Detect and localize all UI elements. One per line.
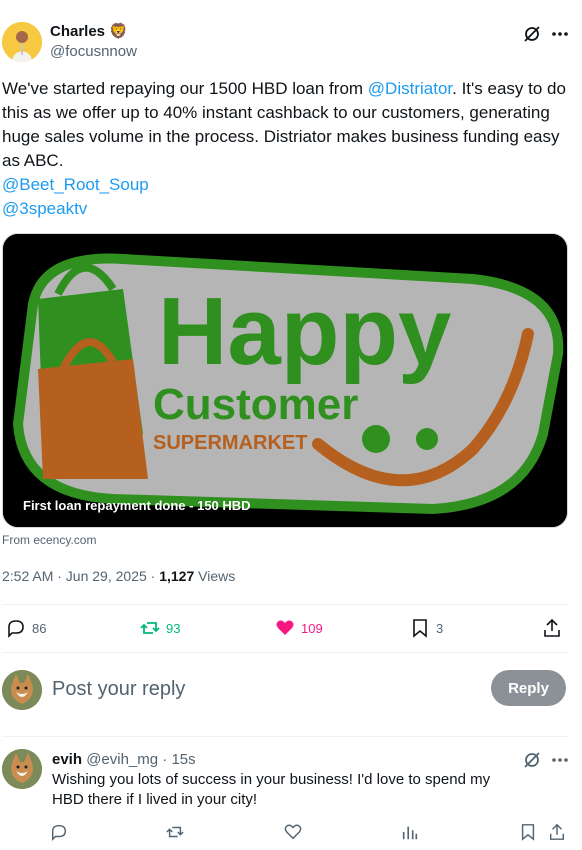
author-name[interactable]: Charles 🦁 bbox=[50, 22, 128, 42]
share-action[interactable] bbox=[542, 618, 562, 638]
reply-author-handle[interactable]: @evih_mg · 15s bbox=[86, 751, 195, 768]
divider bbox=[2, 652, 568, 653]
repost-action[interactable]: 93 bbox=[140, 618, 180, 638]
views-label: Views bbox=[194, 568, 236, 584]
author-avatar[interactable] bbox=[2, 22, 42, 62]
author-handle[interactable]: @focusnnow bbox=[50, 42, 137, 62]
reply-input[interactable]: Post your reply bbox=[52, 677, 185, 701]
reply-repost-icon[interactable] bbox=[166, 823, 184, 846]
reply-bookmark-icon[interactable] bbox=[519, 823, 537, 846]
logo-word-customer: Customer bbox=[153, 380, 358, 429]
media-caption: First loan repayment done - 150 HBD bbox=[23, 498, 251, 513]
source-link[interactable]: From ecency.com bbox=[2, 533, 96, 547]
author-name-text[interactable]: Charles bbox=[50, 22, 105, 42]
reply-views-icon[interactable] bbox=[401, 823, 419, 846]
lion-emoji: 🦁 bbox=[109, 23, 128, 40]
bookmark-icon bbox=[413, 619, 427, 638]
reply-icon bbox=[8, 620, 24, 638]
reply-author-name[interactable]: evih bbox=[52, 751, 82, 768]
reply-reply-icon[interactable] bbox=[50, 823, 68, 846]
reply-share-icon[interactable] bbox=[548, 823, 566, 846]
logo-word-supermarket: SUPERMARKET bbox=[153, 432, 307, 454]
mention-beet-root-soup[interactable]: @Beet_Root_Soup bbox=[2, 175, 149, 194]
post-meta: 2:52 AM · Jun 29, 2025 · 1,127 Views bbox=[2, 566, 235, 586]
divider bbox=[2, 736, 568, 737]
more-options-icon[interactable] bbox=[550, 24, 570, 44]
share-icon bbox=[544, 618, 560, 637]
reply-count: 86 bbox=[32, 620, 47, 636]
mention-3speaktv[interactable]: @3speaktv bbox=[2, 199, 87, 218]
views-count: 1,127 bbox=[159, 568, 195, 584]
divider bbox=[2, 604, 568, 605]
post-timestamp[interactable]: 2:52 AM · Jun 29, 2025 · bbox=[2, 568, 159, 584]
post-media-image[interactable]: Happy Customer SUPERMARKET First loan re… bbox=[2, 233, 568, 528]
reply-author[interactable]: evih @evih_mg · 15s bbox=[52, 750, 196, 770]
repost-icon bbox=[140, 622, 160, 634]
post-text: We've started repaying our 1500 HBD loan… bbox=[2, 77, 568, 221]
more-options-icon[interactable] bbox=[550, 750, 570, 770]
current-user-avatar[interactable] bbox=[2, 670, 42, 710]
like-count: 109 bbox=[301, 620, 323, 636]
like-action[interactable]: 109 bbox=[275, 618, 323, 638]
repost-count: 93 bbox=[166, 620, 181, 636]
logo-word-happy: Happy bbox=[158, 278, 451, 385]
mention-distriator[interactable]: @Distriator bbox=[368, 79, 452, 98]
bookmark-count: 3 bbox=[436, 620, 444, 636]
reply-button[interactable]: Reply bbox=[491, 670, 566, 706]
bookmark-action[interactable]: 3 bbox=[410, 618, 443, 638]
reply-action[interactable]: 86 bbox=[6, 618, 46, 638]
reply-text: Wishing you lots of success in your busi… bbox=[52, 771, 491, 808]
grok-icon[interactable] bbox=[522, 24, 542, 44]
post-text-start: We've started repaying our 1500 HBD loan… bbox=[2, 79, 368, 98]
reply-author-avatar[interactable] bbox=[2, 749, 42, 789]
reply-heart-icon[interactable] bbox=[284, 823, 302, 846]
heart-icon bbox=[276, 620, 294, 635]
grok-icon[interactable] bbox=[522, 750, 542, 770]
